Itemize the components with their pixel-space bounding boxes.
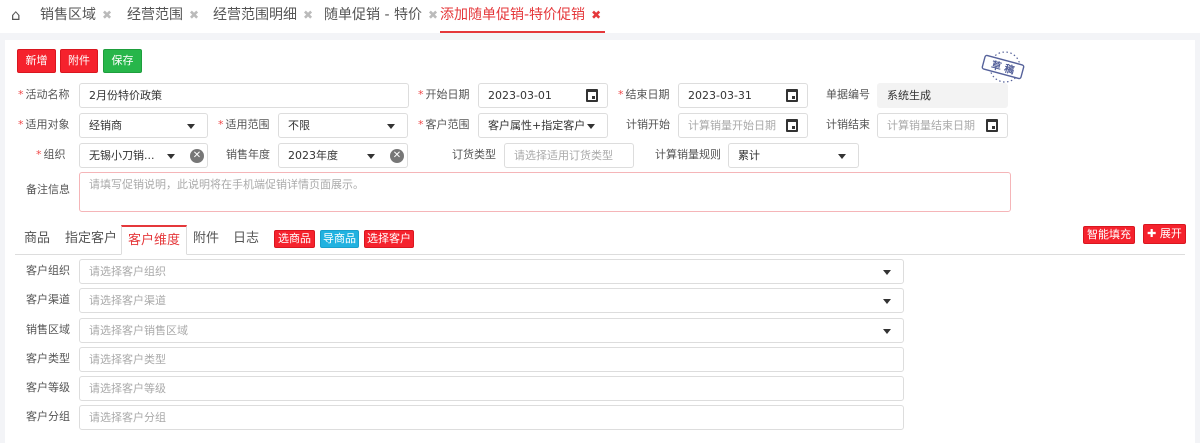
- dim-label: 客户类型: [26, 352, 70, 365]
- tab-label: 添加随单促销-特价促销: [440, 7, 586, 23]
- dim-label: 销售区域: [26, 323, 70, 336]
- customer-level-input[interactable]: 请选择客户等级: [79, 376, 904, 401]
- subtab-attachments[interactable]: 附件: [193, 225, 219, 255]
- dim-label: 客户渠道: [26, 293, 70, 306]
- end-date-input[interactable]: 2023-03-31: [678, 83, 808, 108]
- order-type-label: 订货类型: [452, 148, 496, 161]
- dim-label: 客户组织: [26, 264, 70, 277]
- tab-business-scope[interactable]: 经营范围 ✖: [127, 0, 199, 33]
- tab-promo-special[interactable]: 随单促销 - 特价 ✖: [324, 0, 438, 33]
- close-icon[interactable]: ✖: [303, 8, 313, 22]
- clear-icon[interactable]: ✕: [390, 149, 404, 163]
- dim-label: 客户分组: [26, 410, 70, 423]
- pick-customers-button[interactable]: 选择客户: [364, 230, 414, 248]
- close-icon[interactable]: ✖: [102, 8, 112, 22]
- autofill-button[interactable]: 智能填充: [1083, 226, 1135, 244]
- tab-label: 随单促销 - 特价: [324, 7, 422, 23]
- import-products-button[interactable]: 导商品: [320, 230, 359, 248]
- calc-rule-label: 计算销量规则: [655, 148, 721, 161]
- customer-org-select[interactable]: 请选择客户组织: [79, 259, 904, 284]
- tab-sales-region[interactable]: 销售区域 ✖: [40, 0, 112, 33]
- customer-channel-select[interactable]: 请选择客户渠道: [79, 288, 904, 313]
- tab-label: 经营范围明细: [213, 7, 297, 23]
- tab-add-promo[interactable]: 添加随单促销-特价促销 ✖: [440, 0, 606, 33]
- remark-textarea[interactable]: 请填写促销说明，此说明将在手机端促销详情页面展示。: [79, 172, 1011, 212]
- dim-label: 客户等级: [26, 381, 70, 394]
- customer-scope-select[interactable]: 客户属性+指定客户: [478, 113, 608, 138]
- home-icon[interactable]: ⌂: [11, 0, 21, 33]
- save-button[interactable]: 保存: [103, 49, 142, 73]
- tab-label: 销售区域: [40, 7, 96, 23]
- org-label: * 组织: [36, 148, 66, 161]
- scope-label: * 适用范围: [218, 118, 270, 131]
- chevron-down-icon: [387, 124, 395, 129]
- plus-icon: ✚: [1147, 227, 1160, 240]
- calendar-icon[interactable]: [586, 89, 598, 102]
- calc-start-label: 计销开始: [626, 118, 670, 131]
- chevron-down-icon: [883, 299, 891, 304]
- draft-stamp: 草 稿: [981, 51, 1025, 83]
- calc-rule-select[interactable]: 累计: [728, 143, 859, 168]
- subtab-assigned-customers[interactable]: 指定客户: [65, 225, 117, 255]
- sales-year-select[interactable]: 2023年度 ✕: [278, 143, 408, 168]
- add-button[interactable]: 新增: [17, 49, 56, 73]
- chevron-down-icon: [167, 154, 175, 159]
- remark-label: 备注信息: [26, 183, 70, 196]
- attach-button[interactable]: 附件: [60, 49, 98, 73]
- chevron-down-icon: [367, 154, 375, 159]
- sales-year-label: 销售年度: [226, 148, 270, 161]
- calendar-icon[interactable]: [986, 119, 998, 132]
- subtab-customer-dimension[interactable]: 客户维度: [121, 225, 188, 255]
- close-icon[interactable]: ✖: [591, 8, 601, 22]
- customer-type-input[interactable]: 请选择客户类型: [79, 347, 904, 372]
- doc-no-label: 单据编号: [826, 88, 870, 101]
- calc-end-input[interactable]: 计算销量结束日期: [877, 113, 1008, 138]
- pick-products-button[interactable]: 选商品: [274, 230, 315, 248]
- calc-end-label: 计销结束: [826, 118, 870, 131]
- doc-no-field: 系统生成: [877, 83, 1008, 108]
- tab-divider: [15, 254, 1185, 255]
- close-icon[interactable]: ✖: [189, 8, 199, 22]
- clear-icon[interactable]: ✕: [190, 149, 204, 163]
- customer-scope-label: * 客户范围: [418, 118, 470, 131]
- chevron-down-icon: [883, 270, 891, 275]
- target-select[interactable]: 经销商: [79, 113, 208, 138]
- chevron-down-icon: [838, 154, 846, 159]
- order-type-input[interactable]: 请选择适用订货类型: [504, 143, 634, 168]
- chevron-down-icon: [587, 124, 595, 129]
- subtab-products[interactable]: 商品: [24, 225, 50, 255]
- tab-scope-detail[interactable]: 经营范围明细 ✖: [213, 0, 313, 33]
- expand-button[interactable]: ✚ 展开: [1143, 224, 1186, 244]
- scope-select[interactable]: 不限: [278, 113, 408, 138]
- chevron-down-icon: [883, 329, 891, 334]
- subtab-log[interactable]: 日志: [233, 225, 259, 255]
- start-date-label: * 开始日期: [418, 88, 470, 101]
- tab-label: 经营范围: [127, 7, 183, 23]
- activity-name-label: * 活动名称: [18, 88, 70, 101]
- org-select[interactable]: 无锡小刀销... ✕: [79, 143, 208, 168]
- calc-start-input[interactable]: 计算销量开始日期: [678, 113, 808, 138]
- activity-name-input[interactable]: 2月份特价政策: [79, 83, 409, 108]
- tab-bar: ⌂ 销售区域 ✖ 经营范围 ✖ 经营范围明细 ✖ 随单促销 - 特价 ✖ 添加随单促销-…: [0, 0, 1200, 33]
- chevron-down-icon: [187, 124, 195, 129]
- customer-group-input[interactable]: 请选择客户分组: [79, 405, 904, 430]
- end-date-label: * 结束日期: [618, 88, 670, 101]
- sales-region-select[interactable]: 请选择客户销售区域: [79, 318, 904, 343]
- calendar-icon[interactable]: [786, 119, 798, 132]
- start-date-input[interactable]: 2023-03-01: [478, 83, 608, 108]
- target-label: * 适用对象: [18, 118, 70, 131]
- close-icon[interactable]: ✖: [428, 8, 438, 22]
- calendar-icon[interactable]: [786, 89, 798, 102]
